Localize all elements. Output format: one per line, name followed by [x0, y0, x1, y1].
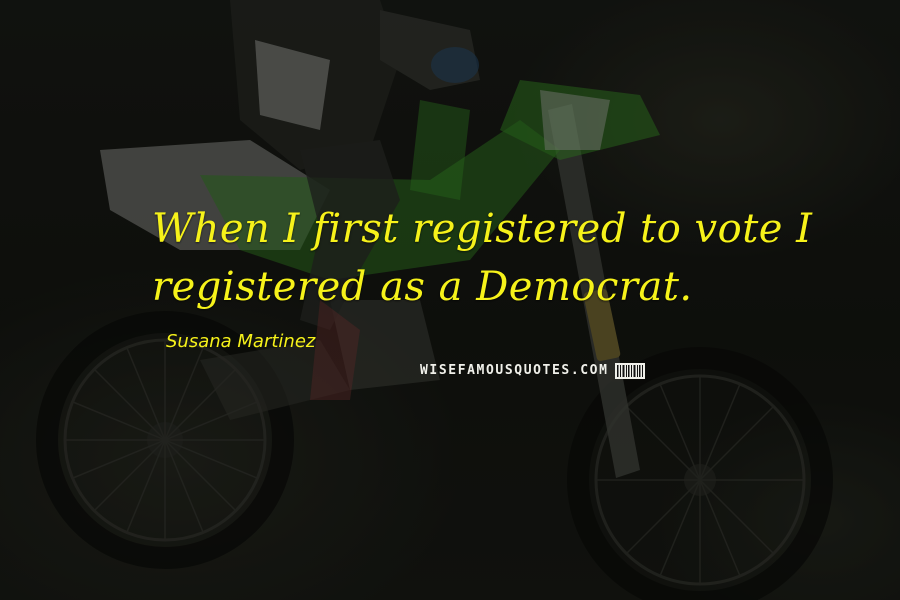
quote-line-2: registered as a Democrat.	[152, 264, 693, 310]
quote-text: When I first registered to vote I regist…	[152, 200, 832, 316]
quote-line-1: When I first registered to vote I	[152, 206, 813, 252]
barcode-icon	[614, 363, 645, 379]
watermark-text: WISEFAMOUSQUOTES.COM	[420, 363, 609, 378]
watermark: WISEFAMOUSQUOTES.COM	[420, 361, 645, 381]
quote-card: When I first registered to vote I regist…	[0, 0, 900, 600]
quote-author: Susana Martinez	[166, 331, 316, 352]
